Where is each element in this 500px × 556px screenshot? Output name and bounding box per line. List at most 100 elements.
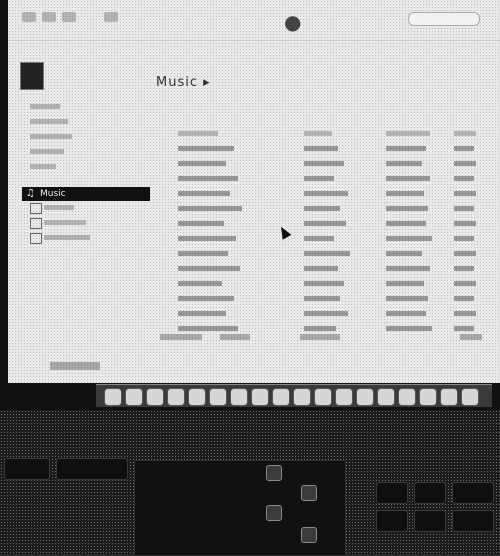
sidebar-item[interactable]	[30, 231, 150, 246]
sidebar-item[interactable]	[30, 100, 150, 115]
table-row[interactable]	[158, 216, 488, 231]
table-cell	[178, 176, 238, 181]
dock-app-icon[interactable]	[335, 388, 353, 406]
keyboard-key	[414, 510, 446, 532]
dock-app-icon[interactable]	[209, 388, 227, 406]
table-cell	[454, 236, 474, 241]
table-cell	[178, 281, 222, 286]
play-button[interactable]	[42, 12, 56, 22]
table-cell	[304, 251, 350, 256]
table-cell	[454, 176, 474, 181]
dock-app-icon[interactable]	[461, 388, 479, 406]
table-cell	[178, 266, 240, 271]
table-cell	[386, 311, 426, 316]
song-table	[158, 126, 488, 336]
dock-app-icon[interactable]	[440, 388, 458, 406]
table-cell	[386, 221, 426, 226]
table-header[interactable]	[158, 126, 488, 141]
table-cell	[454, 281, 476, 286]
touch-key	[266, 465, 282, 481]
table-cell	[386, 281, 424, 286]
table-cell	[386, 176, 430, 181]
table-cell	[178, 251, 228, 256]
table-row[interactable]	[158, 141, 488, 156]
forward-button[interactable]	[62, 12, 76, 22]
table-cell	[304, 131, 332, 136]
sidebar-item[interactable]	[30, 130, 150, 145]
table-cell	[178, 236, 236, 241]
dock-app-icon[interactable]	[188, 388, 206, 406]
sidebar-item[interactable]	[30, 216, 150, 231]
sidebar-item-music[interactable]: ♫ Music	[22, 187, 150, 201]
table-cell	[454, 326, 474, 331]
table-cell	[386, 146, 426, 151]
sidebar-item[interactable]	[30, 160, 150, 175]
apple-logo-icon: ●	[284, 10, 302, 34]
breadcrumb: Music ▸	[156, 75, 211, 90]
table-row[interactable]	[158, 261, 488, 276]
table-cell	[454, 311, 476, 316]
table-cell	[178, 326, 238, 331]
table-cell	[304, 161, 344, 166]
table-cell	[178, 146, 234, 151]
table-cell	[454, 161, 476, 166]
touch-key	[301, 527, 317, 543]
touch-key	[266, 505, 282, 521]
table-cell	[454, 206, 474, 211]
table-cell	[304, 176, 334, 181]
laptop-bezel: ● Music ▸ ♫ Music	[0, 0, 500, 410]
table-cell	[178, 191, 230, 196]
table-cell	[178, 131, 218, 136]
table-cell	[304, 221, 346, 226]
table-cell	[178, 311, 226, 316]
table-row[interactable]	[158, 246, 488, 261]
table-cell	[386, 326, 432, 331]
dock-app-icon[interactable]	[251, 388, 269, 406]
keyboard-key	[376, 482, 408, 504]
sidebar-item[interactable]	[30, 201, 150, 216]
dock-app-icon[interactable]	[293, 388, 311, 406]
table-row[interactable]	[158, 171, 488, 186]
sidebar-item[interactable]	[30, 145, 150, 160]
dock-app-icon[interactable]	[314, 388, 332, 406]
keyboard-key	[452, 510, 494, 532]
table-row[interactable]	[158, 306, 488, 321]
dock-app-icon[interactable]	[146, 388, 164, 406]
table-cell	[178, 206, 242, 211]
table-row[interactable]	[158, 156, 488, 171]
dock-app-icon[interactable]	[104, 388, 122, 406]
table-cell	[386, 251, 422, 256]
sidebar-item[interactable]	[30, 115, 150, 130]
footer-status	[220, 334, 250, 340]
table-row[interactable]	[158, 276, 488, 291]
music-note-icon: ♫	[26, 188, 35, 199]
sidebar: ♫ Music	[8, 100, 150, 246]
table-cell	[304, 311, 348, 316]
keyboard-key	[4, 458, 50, 480]
dock-app-icon[interactable]	[398, 388, 416, 406]
footer-status	[160, 334, 202, 340]
footer-status	[300, 334, 340, 340]
back-button[interactable]	[22, 12, 36, 22]
table-row[interactable]	[158, 231, 488, 246]
table-cell	[386, 131, 430, 136]
table-row[interactable]	[158, 291, 488, 306]
dock-app-icon[interactable]	[230, 388, 248, 406]
table-row[interactable]	[158, 186, 488, 201]
table-row[interactable]	[158, 201, 488, 216]
dock-app-icon[interactable]	[419, 388, 437, 406]
dock-app-icon[interactable]	[356, 388, 374, 406]
volume-slider[interactable]	[104, 12, 118, 22]
table-cell	[178, 221, 224, 226]
dock-app-icon[interactable]	[377, 388, 395, 406]
keyboard-key	[56, 458, 128, 480]
dock	[96, 384, 492, 407]
dock-app-icon[interactable]	[125, 388, 143, 406]
dock-app-icon[interactable]	[272, 388, 290, 406]
keyboard-key	[414, 482, 446, 504]
table-cell	[454, 221, 476, 226]
dock-app-icon[interactable]	[167, 388, 185, 406]
keyboard-key	[376, 510, 408, 532]
search-input[interactable]	[408, 12, 480, 26]
table-cell	[386, 191, 424, 196]
